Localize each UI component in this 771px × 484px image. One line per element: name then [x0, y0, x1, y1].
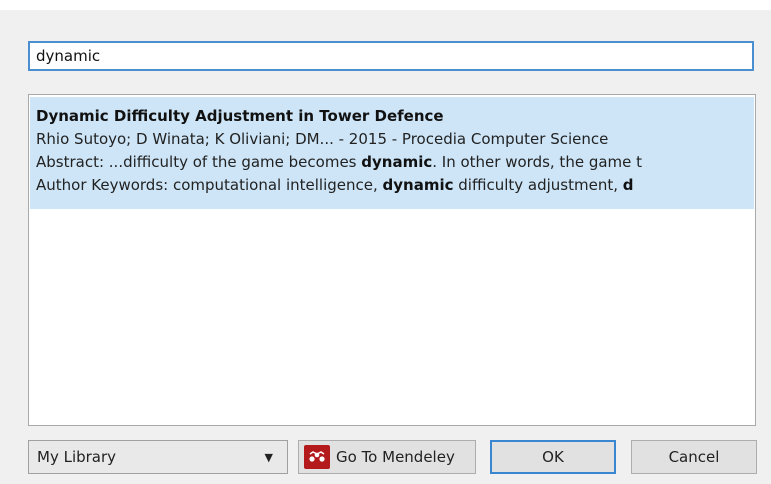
- result-title: Dynamic Difficulty Adjustment in Tower D…: [36, 107, 444, 125]
- abstract-prefix: Abstract: ...difficulty of the game beco…: [36, 153, 362, 171]
- chevron-down-icon: ▼: [264, 450, 273, 464]
- keywords-prefix: Author Keywords: computational intellige…: [36, 176, 383, 194]
- ok-button[interactable]: OK: [490, 440, 616, 474]
- cancel-button[interactable]: Cancel: [631, 440, 757, 474]
- cancel-label: Cancel: [668, 448, 720, 466]
- result-item-selected[interactable]: Dynamic Difficulty Adjustment in Tower D…: [30, 97, 754, 209]
- abstract-highlight: dynamic: [361, 153, 433, 171]
- result-abstract: Abstract: ...difficulty of the game beco…: [36, 151, 748, 174]
- abstract-suffix: . In other words, the game t: [432, 153, 643, 171]
- keywords-highlight: dynamic: [382, 176, 454, 194]
- results-list[interactable]: Dynamic Difficulty Adjustment in Tower D…: [28, 94, 756, 426]
- background-page-strip: [0, 0, 771, 10]
- go-to-mendeley-button[interactable]: Go To Mendeley: [298, 440, 476, 474]
- keywords-suffix: difficulty adjustment,: [453, 176, 623, 194]
- result-meta: Rhio Sutoyo; D Winata; K Oliviani; DM...…: [36, 130, 609, 148]
- library-dropdown[interactable]: My Library ▼: [28, 440, 288, 474]
- mendeley-logo-icon: [304, 445, 330, 469]
- ok-label: OK: [542, 448, 564, 466]
- keywords-trailing-highlight: d: [622, 176, 634, 194]
- library-selected-value: My Library: [37, 448, 117, 466]
- result-keywords: Author Keywords: computational intellige…: [36, 174, 748, 197]
- go-to-mendeley-label: Go To Mendeley: [336, 448, 455, 466]
- search-input[interactable]: [28, 41, 754, 71]
- citation-search-dialog: Dynamic Difficulty Adjustment in Tower D…: [0, 10, 771, 484]
